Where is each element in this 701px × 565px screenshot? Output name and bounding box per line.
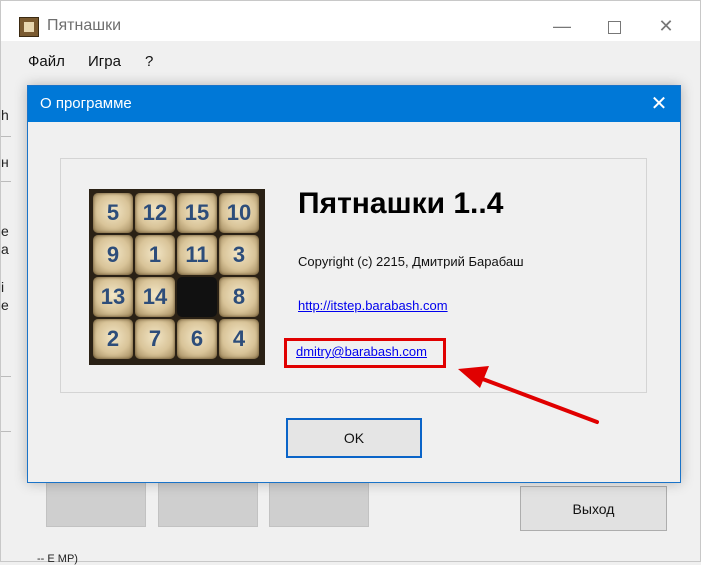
empty-tile — [177, 277, 217, 317]
puzzle-tile: 2 — [93, 319, 133, 359]
puzzle-tile: 8 — [219, 277, 259, 317]
puzzle-tile: 10 — [219, 193, 259, 233]
minimize-button[interactable]: — — [539, 11, 585, 41]
program-name: Пятнашки 1..4 — [298, 187, 504, 220]
puzzle-tile: 4 — [219, 319, 259, 359]
bg-fragment: i — [1, 279, 5, 295]
menu-bar: Файл Игра ? — [1, 49, 700, 73]
puzzle-tile: 6 — [177, 319, 217, 359]
bg-bottom-text: -- E MP) — [37, 553, 78, 565]
exit-button[interactable]: Выход — [520, 486, 667, 531]
puzzle-tile: 15 — [177, 193, 217, 233]
copyright-text: Copyright (c) 2215, Дмитрий Барабаш — [298, 254, 524, 269]
bg-fragment: e — [1, 223, 9, 239]
about-dialog: О программе ✕ 5 12 15 10 9 1 11 3 13 14 8 2 7 6 4 Пятн… — [27, 85, 681, 483]
bg-fragment: e — [1, 297, 9, 313]
puzzle-tile: 7 — [135, 319, 175, 359]
puzzle-tile: 13 — [93, 277, 133, 317]
close-button[interactable]: ✕ — [643, 11, 689, 41]
menu-game[interactable]: Игра — [88, 53, 121, 70]
divider — [1, 136, 11, 137]
ok-button[interactable]: OK — [286, 418, 422, 458]
puzzle-tile: 14 — [135, 277, 175, 317]
puzzle-tile: 11 — [177, 235, 217, 275]
bg-fragment: н — [1, 154, 9, 170]
bg-fragment: h — [1, 107, 9, 123]
menu-help[interactable]: ? — [145, 53, 153, 70]
puzzle-tile: 1 — [135, 235, 175, 275]
divider — [1, 431, 11, 432]
menu-file[interactable]: Файл — [28, 53, 65, 70]
divider — [1, 376, 11, 377]
bg-fragment: a — [1, 241, 9, 257]
email-link[interactable]: dmitry@barabash.com — [296, 344, 427, 359]
maximize-button[interactable] — [591, 11, 637, 41]
dialog-title-bar: О программе ✕ — [28, 86, 680, 122]
puzzle-tile: 5 — [93, 193, 133, 233]
title-bar: Пятнашки — ✕ — [1, 1, 700, 41]
dialog-title: О программе — [40, 95, 132, 112]
window-title: Пятнашки — [47, 17, 121, 34]
divider — [1, 181, 11, 182]
website-link[interactable]: http://itstep.barabash.com — [298, 298, 448, 313]
maximize-icon — [607, 20, 621, 34]
puzzle-tile: 3 — [219, 235, 259, 275]
puzzle-logo: 5 12 15 10 9 1 11 3 13 14 8 2 7 6 4 — [89, 189, 265, 365]
app-icon — [19, 17, 39, 37]
puzzle-tile: 9 — [93, 235, 133, 275]
dialog-close-button[interactable]: ✕ — [644, 89, 674, 119]
puzzle-tile: 12 — [135, 193, 175, 233]
